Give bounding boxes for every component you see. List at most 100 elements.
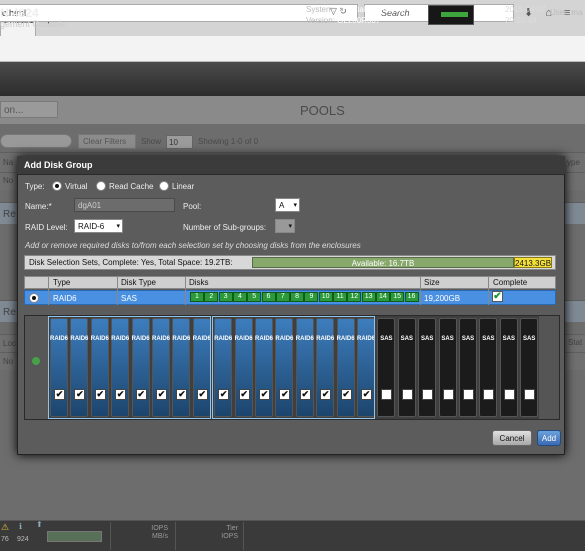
type-linear-label[interactable]: Linear (172, 182, 194, 191)
show-label: Show (141, 137, 162, 146)
col-divider (48, 276, 49, 305)
pool-value: A (279, 201, 285, 210)
iops-label: IOPS (151, 525, 168, 532)
disk-number-chip[interactable]: 3 (218, 292, 233, 302)
type-label: Type: (25, 182, 45, 191)
disk-slot-checkbox[interactable] (422, 389, 434, 400)
disk-slot-checkbox[interactable] (483, 389, 495, 400)
sas-disk-slot[interactable] (377, 318, 396, 417)
status-indicator (441, 12, 468, 17)
name-input[interactable]: dgA01 (74, 198, 175, 212)
disk-number-chip[interactable]: 9 (304, 292, 319, 302)
disk-slot-checkbox[interactable] (503, 389, 515, 400)
sas-disk-slot[interactable] (438, 318, 457, 417)
selection-table-header (24, 276, 556, 289)
col-size: Size (424, 278, 440, 287)
type-read-cache-label[interactable]: Read Cache (109, 182, 153, 191)
sas-disk-slot[interactable] (418, 318, 437, 417)
info-count: 924 (17, 536, 29, 543)
disk-slot-label: SAS (482, 336, 495, 342)
row-select-radio[interactable] (29, 293, 39, 303)
enclosure-left-ear (25, 316, 48, 419)
tier-iops-label: IOPS (221, 533, 238, 540)
bg-text: Stat (568, 338, 583, 347)
enclosure-right-ear (539, 316, 559, 419)
disk-number-chip[interactable]: 11 (333, 292, 347, 302)
tier-readout: Tier IOPS (200, 525, 238, 541)
breadcrumb[interactable]: on... (0, 101, 58, 118)
disk-number-chip[interactable]: 12 (347, 292, 362, 302)
system-value: Uninitialized Name (337, 5, 404, 14)
warning-icon[interactable]: ⚠ (1, 522, 9, 533)
product-name: N 4824 (0, 6, 39, 20)
disk-number-chip[interactable]: 16 (404, 292, 419, 302)
bg-text: No (3, 357, 14, 366)
info-icon[interactable]: ℹ (19, 522, 22, 531)
up-arrow-icon[interactable]: ⬆ (36, 520, 43, 529)
disk-number-chip[interactable]: 8 (290, 292, 305, 302)
sas-disk-slot[interactable] (499, 318, 518, 417)
disk-slot-checkbox[interactable] (401, 389, 413, 400)
chevron-down-icon: ▾ (288, 223, 292, 230)
complete-checkbox[interactable]: ✔ (492, 291, 503, 302)
raid-level-select[interactable]: RAID-6 ▾ (74, 219, 123, 233)
selection-highlight (48, 316, 211, 419)
type-virtual-radio[interactable] (52, 181, 62, 191)
disk-number-chip[interactable]: 14 (375, 292, 390, 302)
disk-slot-checkbox[interactable] (524, 389, 536, 400)
date: 2015-04-07 (505, 5, 546, 14)
version-label: Version: (306, 16, 335, 25)
app-header (0, 62, 585, 96)
show-select[interactable]: 10 (166, 135, 193, 149)
disk-number-chip[interactable]: 6 (261, 292, 276, 302)
type-read-cache-radio[interactable] (96, 181, 106, 191)
filter-search-input[interactable] (0, 134, 72, 148)
disk-slot-checkbox[interactable] (442, 389, 454, 400)
disk-slot-checkbox[interactable] (463, 389, 474, 400)
col-disk-type: Disk Type (121, 278, 156, 287)
disk-slot-label: SAS (441, 336, 454, 342)
add-button[interactable]: Add (537, 430, 561, 446)
row-size: 19,200GB (424, 294, 461, 303)
tier-label: Tier (226, 525, 238, 532)
disk-number-chip[interactable]: 7 (275, 292, 290, 302)
type-linear-radio[interactable] (159, 181, 169, 191)
raid-level-label: RAID Level: (25, 223, 68, 232)
disk-slot-label: SAS (380, 336, 393, 342)
iops-readout: IOPS MB/s (130, 525, 168, 541)
disk-slot-label: SAS (421, 336, 434, 342)
disk-slot-label: SAS (400, 336, 413, 342)
chevron-down-icon: ▾ (293, 202, 297, 209)
type-virtual-label[interactable]: Virtual (65, 182, 88, 191)
disk-number-chip[interactable]: 10 (318, 292, 333, 302)
raid-level-value: RAID-6 (78, 222, 105, 231)
subgroups-select[interactable]: ▾ (275, 219, 295, 233)
col-divider (488, 276, 489, 305)
disk-number-chip[interactable]: 2 (204, 292, 219, 302)
subgroups-label: Number of Sub-groups: (183, 223, 267, 232)
system-info[interactable]: System: Uninitialized Name Version: GL20… (306, 4, 404, 26)
sas-disk-slot[interactable] (459, 318, 477, 417)
warning-count: 76 (1, 536, 9, 543)
disk-slot-checkbox[interactable] (381, 389, 393, 400)
user-label[interactable]: User: ma (550, 8, 582, 17)
bg-text: Loc (3, 339, 16, 348)
date-time: 2015-04-07 20:03:48 (505, 4, 546, 26)
disk-number-chip[interactable]: 5 (247, 292, 262, 302)
capacity-gauge (47, 531, 102, 542)
cancel-button[interactable]: Cancel (492, 430, 532, 446)
clear-filters-button[interactable]: Clear Filters (78, 134, 136, 149)
version-value: GL200R007 (337, 16, 381, 25)
disk-number-chip[interactable]: 15 (390, 292, 405, 302)
bg-text: Na (3, 158, 14, 167)
disk-number-chip[interactable]: 4 (232, 292, 247, 302)
disk-number-chip[interactable]: 13 (361, 292, 376, 302)
sas-disk-slot[interactable] (520, 318, 539, 417)
disk-number-chip[interactable]: 1 (190, 292, 204, 302)
time: 20:03:48 (505, 16, 537, 25)
sas-disk-slot[interactable] (479, 318, 498, 417)
pool-select[interactable]: A ▾ (275, 198, 300, 212)
row-type: RAID6 (53, 294, 77, 303)
instruction-text: Add or remove required disks to/from eac… (25, 241, 361, 250)
sas-disk-slot[interactable] (397, 318, 416, 417)
